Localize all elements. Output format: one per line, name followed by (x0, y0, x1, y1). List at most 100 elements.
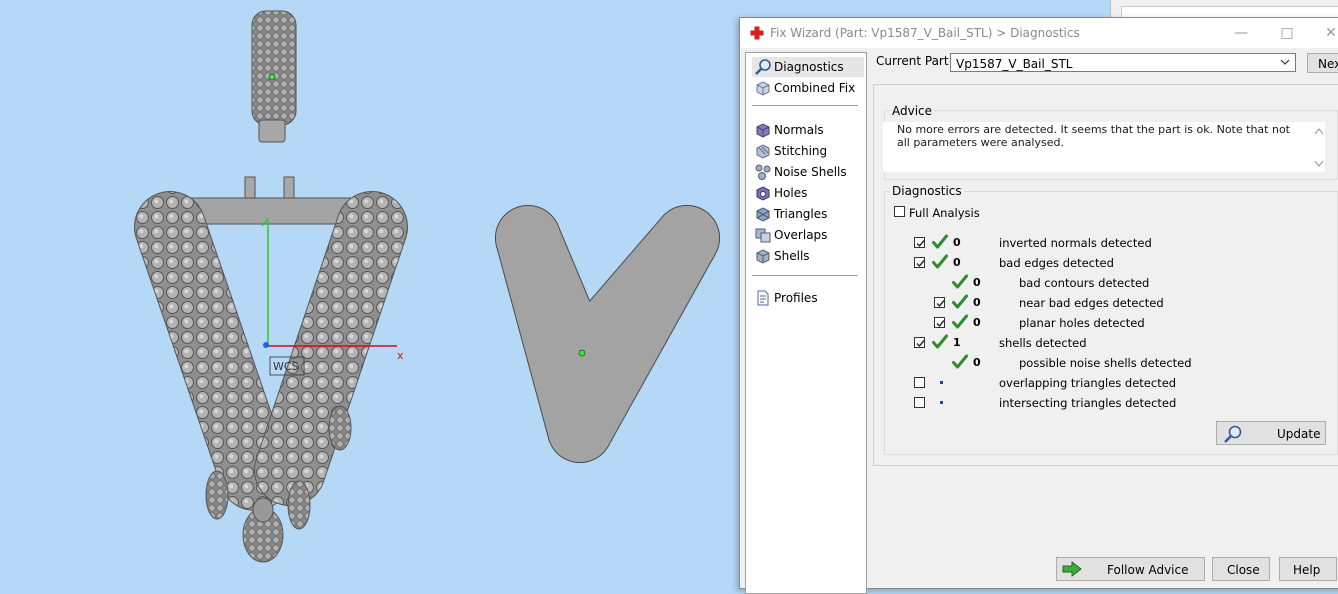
bail-top-model (251, 10, 297, 143)
checkmark-icon (936, 300, 945, 308)
diagnostic-label: intersecting triangles detected (999, 396, 1177, 410)
green-check-icon (932, 254, 948, 269)
full-analysis-checkbox[interactable] (894, 206, 905, 217)
red-cross-icon (750, 26, 764, 40)
magnifier-icon (755, 59, 771, 75)
diagnostic-count: 0 (953, 256, 961, 269)
nav-item-combined-fix[interactable]: Combined Fix (752, 78, 864, 98)
green-check-icon (932, 334, 948, 349)
current-part-select[interactable]: Vp1587_V_Bail_STL (950, 53, 1296, 72)
normals-icon (756, 123, 770, 138)
x-axis-label: x (397, 349, 404, 362)
nav-label-triangles: Triangles (774, 207, 828, 221)
checkmark-icon (936, 320, 945, 328)
advice-scrollbar[interactable] (1312, 123, 1326, 171)
nav-item-diagnostics[interactable]: Diagnostics (752, 57, 864, 77)
full-analysis-label: Full Analysis (909, 206, 980, 220)
green-check-icon (932, 234, 948, 249)
nav-item-stitching[interactable]: Stitching (752, 141, 864, 161)
diagnostic-checkbox[interactable] (914, 257, 925, 268)
update-button-label: Update (1277, 427, 1321, 441)
holes-icon (756, 186, 770, 201)
nav-label-overlaps: Overlaps (774, 228, 828, 242)
nav-label-normals: Normals (774, 123, 824, 137)
chevron-down-icon (1280, 59, 1290, 65)
advice-text: No more errors are detected. It seems th… (897, 123, 1290, 149)
help-button-label: Help (1293, 563, 1321, 577)
shells-icon (756, 249, 770, 264)
green-check-icon (952, 354, 968, 369)
document-icon (757, 290, 769, 306)
nav-item-normals[interactable]: Normals (752, 120, 864, 140)
diagnostic-checkbox[interactable] (934, 317, 945, 328)
nav-item-overlaps[interactable]: Overlaps (752, 225, 864, 245)
noise-shells-icon (755, 164, 771, 180)
fix-wizard-dialog: Fix Wizard (Part: Vp1587_V_Bail_STL) > D… (739, 17, 1338, 594)
next-button[interactable]: Next (1307, 53, 1338, 73)
close-button-label: Close (1227, 563, 1260, 577)
current-part-value: Vp1587_V_Bail_STL (956, 57, 1073, 71)
diagnostic-count: 0 (953, 236, 961, 249)
arrow-right-icon (1062, 561, 1082, 577)
checkmark-icon (916, 260, 925, 268)
nav-label-diagnostics: Diagnostics (774, 60, 844, 74)
nav-item-triangles[interactable]: Triangles (752, 204, 864, 224)
close-button[interactable]: Close (1212, 557, 1270, 581)
dialog-title: Fix Wizard (Part: Vp1587_V_Bail_STL) > D… (770, 26, 1080, 40)
nav-label-holes: Holes (774, 186, 808, 200)
minimize-button[interactable]: — (1226, 23, 1256, 43)
plain-v-part-model (495, 205, 720, 463)
diagnostic-count: 0 (973, 356, 981, 369)
stitching-icon (756, 144, 770, 159)
nav-item-profiles[interactable]: Profiles (752, 288, 864, 308)
diagnostic-count: 1 (953, 336, 961, 349)
green-check-icon (952, 274, 968, 289)
diagnostic-label: overlapping triangles detected (999, 376, 1177, 390)
nav-label-combined-fix: Combined Fix (774, 81, 856, 95)
nav-item-holes[interactable]: Holes (752, 183, 864, 203)
follow-advice-button[interactable]: Follow Advice (1056, 557, 1205, 581)
current-part-label: Current Part: (876, 54, 953, 68)
diagnostic-checkbox[interactable] (914, 377, 925, 388)
triangles-icon (756, 207, 770, 222)
diagnostic-label: inverted normals detected (999, 236, 1152, 250)
maximize-button[interactable]: □ (1272, 23, 1302, 43)
diagnostics-group-title: Diagnostics (890, 184, 964, 198)
diagnostic-label: bad contours detected (1019, 276, 1150, 290)
diagnostic-checkbox[interactable] (914, 237, 925, 248)
checkmark-icon (916, 240, 925, 248)
advice-text-box: No more errors are detected. It seems th… (883, 122, 1325, 172)
diagnostic-label: possible noise shells detected (1019, 356, 1192, 370)
update-button[interactable]: Update (1216, 421, 1326, 445)
nav-label-noise-shells: Noise Shells (774, 165, 847, 179)
wizard-nav-panel: Diagnostics Combined Fix Normals Stitchi… (745, 52, 867, 594)
diagnostic-count: 0 (973, 316, 981, 329)
nav-item-noise-shells[interactable]: Noise Shells (752, 162, 864, 182)
diagnostic-label: planar holes detected (1019, 316, 1145, 330)
green-check-icon (952, 294, 968, 309)
pending-status-icon (940, 381, 943, 384)
viewport-canvas: x WCS (134, 10, 720, 563)
nav-label-shells: Shells (774, 249, 810, 263)
magnifier-icon (1224, 425, 1242, 443)
diagnostic-label: bad edges detected (999, 256, 1114, 270)
combined-fix-icon (756, 81, 770, 96)
close-window-button[interactable]: ✕ (1316, 23, 1338, 43)
next-button-label: Next (1318, 57, 1338, 71)
help-button[interactable]: Help (1279, 557, 1337, 581)
overlaps-icon (755, 228, 771, 243)
dialog-titlebar[interactable]: Fix Wizard (Part: Vp1587_V_Bail_STL) > D… (740, 18, 1338, 48)
diagnostic-checkbox[interactable] (914, 337, 925, 348)
diagnostic-count: 0 (973, 296, 981, 309)
pending-status-icon (940, 401, 943, 404)
diagnostic-count: 0 (973, 276, 981, 289)
diagnostic-label: near bad edges detected (1019, 296, 1164, 310)
nav-label-profiles: Profiles (774, 291, 818, 305)
nav-item-shells[interactable]: Shells (752, 246, 864, 266)
advice-group-title: Advice (890, 104, 935, 118)
nav-label-stitching: Stitching (774, 144, 828, 158)
diagnostic-label: shells detected (999, 336, 1087, 350)
diagnostic-checkbox[interactable] (934, 297, 945, 308)
checkmark-icon (916, 340, 925, 348)
diagnostic-checkbox[interactable] (914, 397, 925, 408)
